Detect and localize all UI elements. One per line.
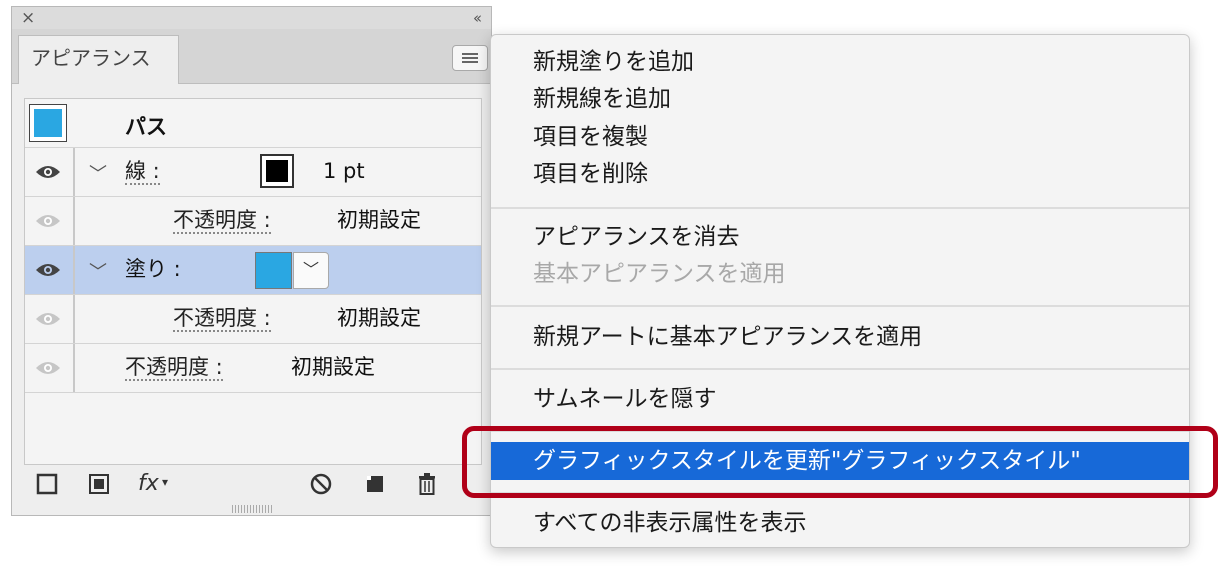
list-item-path[interactable]: パス [25,99,481,148]
opacity-value: 初期設定 [337,208,421,232]
object-type-title: パス [125,115,167,139]
chevron-down-icon: ﹀ [302,260,319,279]
menu-separator [491,207,1189,209]
opacity-value: 初期設定 [291,355,375,379]
list-item-fill[interactable]: ﹀ 塗り : ﹀ [25,246,481,295]
opacity-label[interactable]: 不透明度 : [173,306,271,332]
eye-column [25,197,75,245]
add-new-stroke-icon[interactable] [34,471,60,497]
list-item-fill-opacity[interactable]: 不透明度 : 初期設定 [25,295,481,344]
visibility-eye-icon[interactable] [35,311,61,327]
eye-column [25,344,75,392]
menu-item-add-new-stroke[interactable]: 新規線を追加 [491,80,1189,118]
visibility-eye-icon[interactable] [35,164,61,180]
hamburger-icon-line [462,57,478,59]
collapse-panel-icon[interactable]: ‹‹ [473,8,482,28]
close-icon[interactable]: × [21,8,35,28]
fill-color-swatch[interactable] [255,252,292,289]
stroke-label[interactable]: 線 : [125,159,160,185]
hamburger-icon [462,53,478,55]
path-thumbnail [29,104,67,142]
appearance-panel: × ‹‹ アピアランス パス ﹀ 線 : 1 pt 不透明度: 初期設定 ﹀ … [11,6,492,516]
visibility-eye-icon[interactable] [35,213,61,229]
fill-label[interactable]: 塗り : [125,257,181,281]
opacity-label[interactable]: 不透明度 : [125,355,223,381]
list-item-object-opacity[interactable]: 不透明度 : 初期設定 [25,344,481,393]
list-item-stroke-opacity[interactable]: 不透明度 : 初期設定 [25,197,481,246]
menu-separator [491,368,1189,370]
path-thumbnail-fill [34,109,62,137]
add-new-fill-icon[interactable] [86,471,112,497]
menu-separator [491,305,1189,307]
duplicate-item-icon[interactable] [362,471,388,497]
menu-item-new-art-basic-appearance[interactable]: 新規アートに基本アピアランスを適用 [491,318,1189,356]
hamburger-icon-line [462,61,478,63]
stroke-color-swatch-inner [266,160,288,182]
stroke-weight-value[interactable]: 1 pt [323,159,365,183]
stroke-color-swatch[interactable] [260,154,294,188]
list-item-stroke[interactable]: ﹀ 線 : 1 pt [25,148,481,197]
menu-separator [491,492,1189,494]
opacity-label[interactable]: 不透明度 : [173,208,271,234]
tab-appearance[interactable]: アピアランス [18,35,179,84]
panel-bottom-toolbar: fx ▾ [12,469,493,503]
eye-column [25,99,75,147]
panel-menu-button[interactable] [452,45,488,71]
panel-flyout-menu: 新規塗りを追加 新規線を追加 項目を複製 項目を削除 アピアランスを消去 基本ア… [490,34,1190,548]
menu-item-show-all-hidden-attributes[interactable]: すべての非表示属性を表示 [491,504,1189,542]
panel-titlebar: × ‹‹ [12,7,491,30]
visibility-eye-icon[interactable] [35,262,61,278]
chevron-down-icon[interactable]: ﹀ [89,258,107,284]
menu-item-redefine-graphic-style[interactable]: グラフィックスタイルを更新"グラフィックスタイル" [491,442,1189,480]
panel-tabstrip: アピアランス [12,29,491,84]
appearance-list: パス ﹀ 線 : 1 pt 不透明度 : 初期設定 ﹀ 塗り: ﹀ 不透明度 … [24,98,482,465]
menu-item-reduce-to-basic-appearance: 基本アピアランスを適用 [533,261,786,287]
opacity-value: 初期設定 [337,306,421,330]
menu-item-duplicate-item[interactable]: 項目を複製 [491,118,1189,156]
menu-separator [491,430,1189,432]
menu-item-clear-appearance[interactable]: アピアランスを消去 [491,218,1189,256]
menu-item-remove-item[interactable]: 項目を削除 [491,155,1189,193]
resize-grip[interactable] [232,505,272,513]
eye-column [25,148,75,196]
fill-dropdown-button[interactable]: ﹀ [293,252,329,289]
visibility-eye-icon[interactable] [35,360,61,376]
menu-item-hide-thumbnail[interactable]: サムネールを隠す [491,380,1189,418]
clear-appearance-icon[interactable] [308,471,334,497]
chevron-down-icon: ▾ [162,475,169,489]
trash-icon[interactable] [414,471,440,497]
eye-column [25,246,75,294]
menu-item-add-new-fill[interactable]: 新規塗りを追加 [491,43,1189,81]
chevron-down-icon[interactable]: ﹀ [89,160,107,186]
eye-column [25,295,75,343]
